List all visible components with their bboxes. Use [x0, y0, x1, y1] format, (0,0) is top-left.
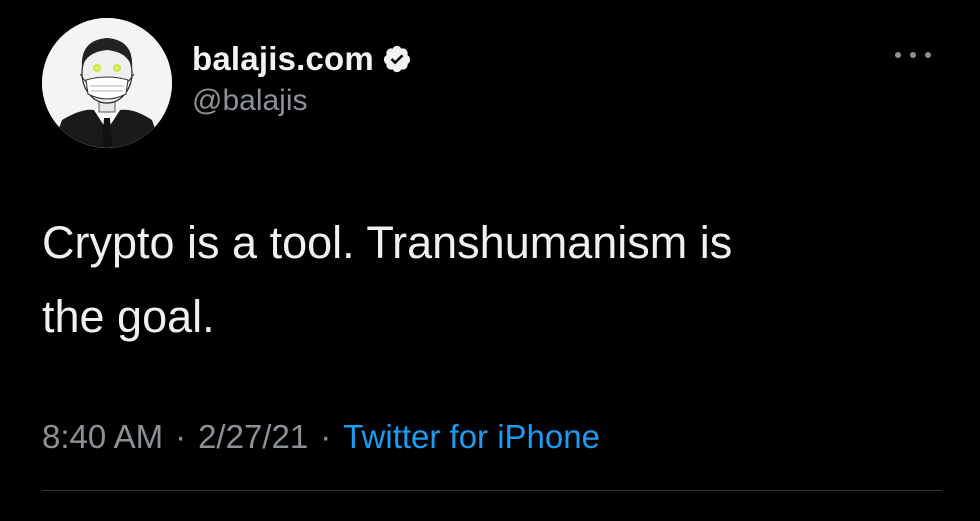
display-name[interactable]: balajis.com: [192, 40, 374, 78]
tweet: balajis.com @balajis Crypto is a tool. T…: [0, 0, 980, 521]
avatar[interactable]: [42, 18, 172, 148]
tweet-date[interactable]: 2/27/21: [198, 418, 308, 456]
author-name-row: balajis.com: [192, 34, 412, 84]
meta-separator: ·: [175, 418, 187, 455]
handle[interactable]: @balajis: [192, 84, 308, 118]
more-options-icon[interactable]: [888, 40, 938, 70]
tweet-source-link[interactable]: Twitter for iPhone: [343, 418, 600, 456]
tweet-text-line: Crypto is a tool. Transhumanism is: [42, 217, 733, 268]
meta-separator: ·: [320, 418, 332, 455]
divider: [42, 490, 942, 491]
tweet-text-line: the goal.: [42, 291, 215, 342]
avatar-illustration: [42, 18, 172, 148]
tweet-metadata: 8:40 AM · 2/27/21 · Twitter for iPhone: [42, 418, 600, 456]
tweet-time[interactable]: 8:40 AM: [42, 418, 163, 456]
tweet-text: Crypto is a tool. Transhumanism is the g…: [42, 206, 942, 354]
verified-badge-icon: [382, 44, 412, 74]
